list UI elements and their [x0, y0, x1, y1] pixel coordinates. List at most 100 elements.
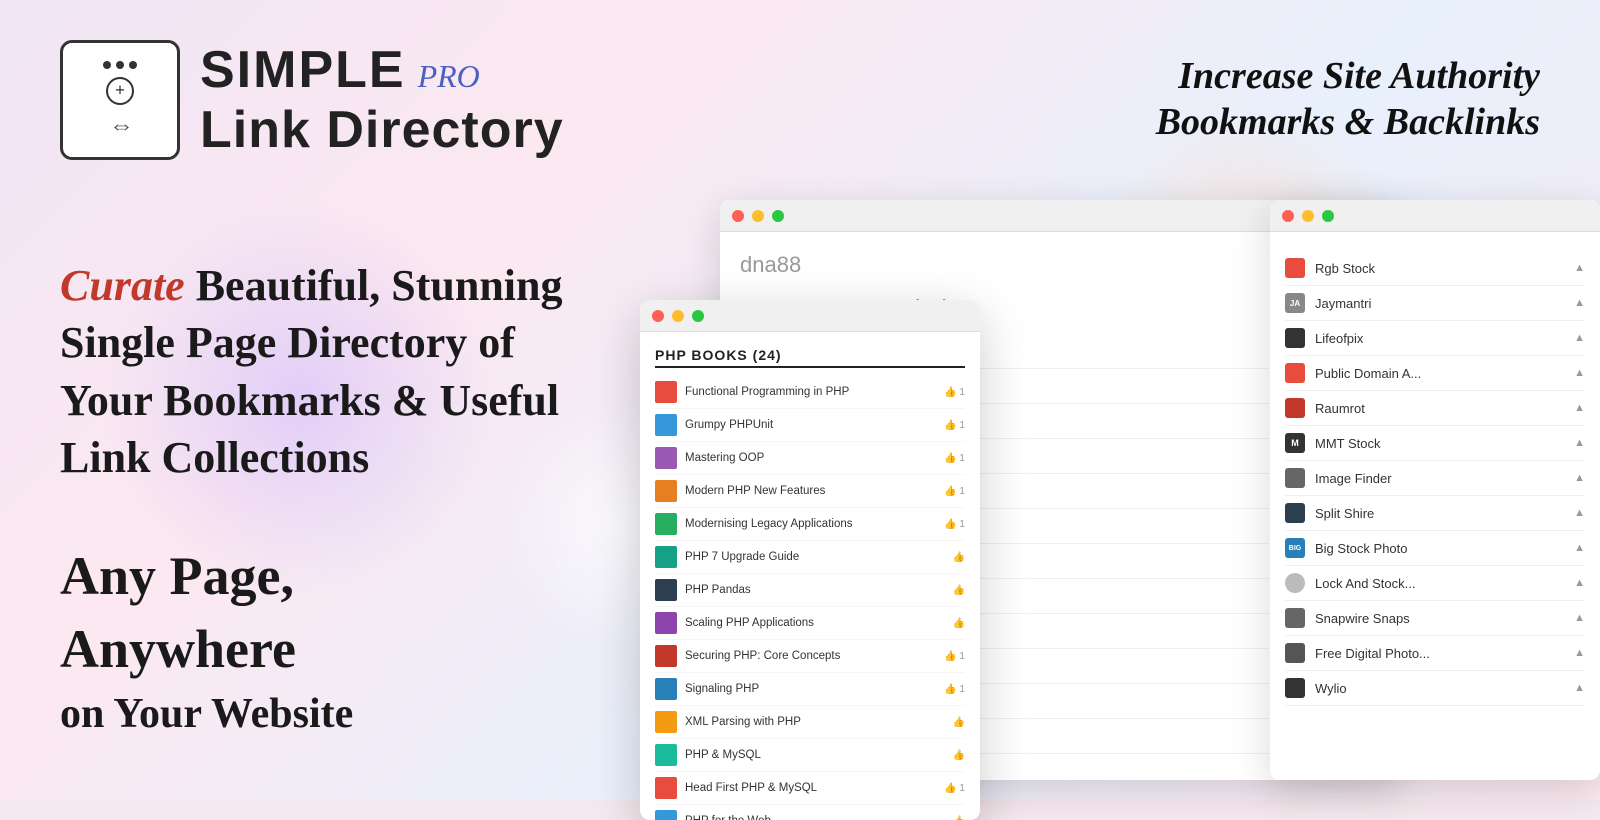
item-count: ▲: [1574, 297, 1585, 309]
header: + ⇔ SIMPLE PRO Link Directory Increase S…: [0, 0, 1600, 200]
php-books-list: Functional Programming in PHP 👍 1 Grumpy…: [655, 376, 965, 820]
window-front-content: PHP BOOKS (24) Functional Programming in…: [640, 332, 980, 820]
item-count: 👍: [953, 552, 965, 563]
item-count: ▲: [1574, 577, 1585, 589]
item-icon: [1285, 258, 1305, 278]
item-icon: [1285, 573, 1305, 593]
item-icon: [1285, 398, 1305, 418]
item-icon: JA: [1285, 293, 1305, 313]
item-icon: [655, 447, 677, 469]
list-item: PHP for the Web 👍: [655, 805, 965, 820]
left-panel: Curate Beautiful, Stunning Single Page D…: [0, 200, 650, 800]
win-min-dot: [672, 310, 684, 322]
list-item: Grumpy PHPUnit 👍 1: [655, 409, 965, 442]
item-name: Functional Programming in PHP: [685, 386, 936, 398]
hero-line2: Single Page Directory of: [60, 318, 515, 367]
logo-icon: + ⇔: [60, 40, 180, 160]
window-front: PHP BOOKS (24) Functional Programming in…: [640, 300, 980, 820]
item-name: PHP & MySQL: [685, 749, 945, 761]
item-icon: [655, 810, 677, 820]
item-icon: [655, 381, 677, 403]
logo-link-directory: Link Directory: [200, 100, 564, 160]
item-name: Scaling PHP Applications: [685, 617, 945, 629]
item-name: Wylio: [1315, 681, 1564, 696]
hero-line4: Link Collections: [60, 433, 369, 482]
item-count: 👍 1: [944, 783, 965, 794]
item-count: 👍: [953, 750, 965, 761]
item-icon: [655, 711, 677, 733]
main-content: Curate Beautiful, Stunning Single Page D…: [0, 200, 1600, 800]
hero-beautiful: Beautiful, Stunning: [185, 261, 563, 310]
list-item: Public Domain A... ▲: [1285, 356, 1585, 391]
hero-any-page: Any Page,: [60, 540, 590, 613]
item-count: ▲: [1574, 682, 1585, 694]
item-name: XML Parsing with PHP: [685, 716, 945, 728]
item-icon: [1285, 678, 1305, 698]
list-item: XML Parsing with PHP 👍: [655, 706, 965, 739]
hero-curate: Curate: [60, 261, 185, 310]
list-item: PHP 7 Upgrade Guide 👍: [655, 541, 965, 574]
item-name: Raumrot: [1315, 401, 1564, 416]
list-item: PHP & MySQL 👍: [655, 739, 965, 772]
item-count: ▲: [1574, 612, 1585, 624]
item-icon: [1285, 643, 1305, 663]
item-count: ▲: [1574, 472, 1585, 484]
item-name: Modernising Legacy Applications: [685, 518, 936, 530]
item-name: Image Finder: [1315, 471, 1564, 486]
hero-line3: Your Bookmarks & Useful: [60, 376, 559, 425]
list-item: Image Finder ▲: [1285, 461, 1585, 496]
item-count: ▲: [1574, 542, 1585, 554]
item-name: Free Digital Photo...: [1315, 646, 1564, 661]
list-item: Mastering OOP 👍 1: [655, 442, 965, 475]
item-name: Lifeofpix: [1315, 331, 1564, 346]
hero-anywhere: Anywhere: [60, 613, 590, 686]
list-item: BIG Big Stock Photo ▲: [1285, 531, 1585, 566]
list-item: M MMT Stock ▲: [1285, 426, 1585, 461]
item-name: Head First PHP & MySQL: [685, 782, 936, 794]
item-name: PHP 7 Upgrade Guide: [685, 551, 945, 563]
item-count: 👍 1: [944, 420, 965, 431]
item-icon: [655, 414, 677, 436]
win-max-dot: [1322, 210, 1334, 222]
list-item: Modern PHP New Features 👍 1: [655, 475, 965, 508]
section-php-books-title: PHP BOOKS (24): [655, 347, 965, 368]
list-item: Split Shire ▲: [1285, 496, 1585, 531]
tagline-line1: Increase Site Authority: [1156, 54, 1540, 100]
screenshots-area: dna88 COLOR SCHEMES (13) Adobe Color ▲ 2…: [640, 170, 1600, 810]
win-close-dot: [732, 210, 744, 222]
item-icon: [655, 513, 677, 535]
item-name: Modern PHP New Features: [685, 485, 936, 497]
item-name: PHP for the Web: [685, 815, 945, 820]
item-count: 👍 1: [944, 486, 965, 497]
list-item: Free Digital Photo... ▲: [1285, 636, 1585, 671]
list-item: Functional Programming in PHP 👍 1: [655, 376, 965, 409]
item-name: Jaymantri: [1315, 296, 1564, 311]
item-count: ▲: [1574, 647, 1585, 659]
list-item: Signaling PHP 👍 1: [655, 673, 965, 706]
list-item: Scaling PHP Applications 👍: [655, 607, 965, 640]
item-count: 👍: [953, 717, 965, 728]
item-name: Snapwire Snaps: [1315, 611, 1564, 626]
item-icon: BIG: [1285, 538, 1305, 558]
item-icon: [1285, 608, 1305, 628]
item-count: 👍 1: [944, 684, 965, 695]
hero-text-bottom: Any Page, Anywhere on Your Website: [60, 540, 590, 742]
list-item: Raumrot ▲: [1285, 391, 1585, 426]
list-item: PHP Pandas 👍: [655, 574, 965, 607]
tagline: Increase Site Authority Bookmarks & Back…: [1156, 54, 1540, 145]
item-count: ▲: [1574, 367, 1585, 379]
item-icon: [655, 777, 677, 799]
win-max-dot: [692, 310, 704, 322]
win-min-dot: [752, 210, 764, 222]
list-item: Head First PHP & MySQL 👍 1: [655, 772, 965, 805]
item-icon: [1285, 363, 1305, 383]
item-count: ▲: [1574, 332, 1585, 344]
list-item: Wylio ▲: [1285, 671, 1585, 706]
item-icon: [655, 645, 677, 667]
item-name: Securing PHP: Core Concepts: [685, 650, 936, 662]
item-icon: [1285, 503, 1305, 523]
item-name: Big Stock Photo: [1315, 541, 1564, 556]
item-count: ▲: [1574, 507, 1585, 519]
win-max-dot: [772, 210, 784, 222]
list-item: Lifeofpix ▲: [1285, 321, 1585, 356]
